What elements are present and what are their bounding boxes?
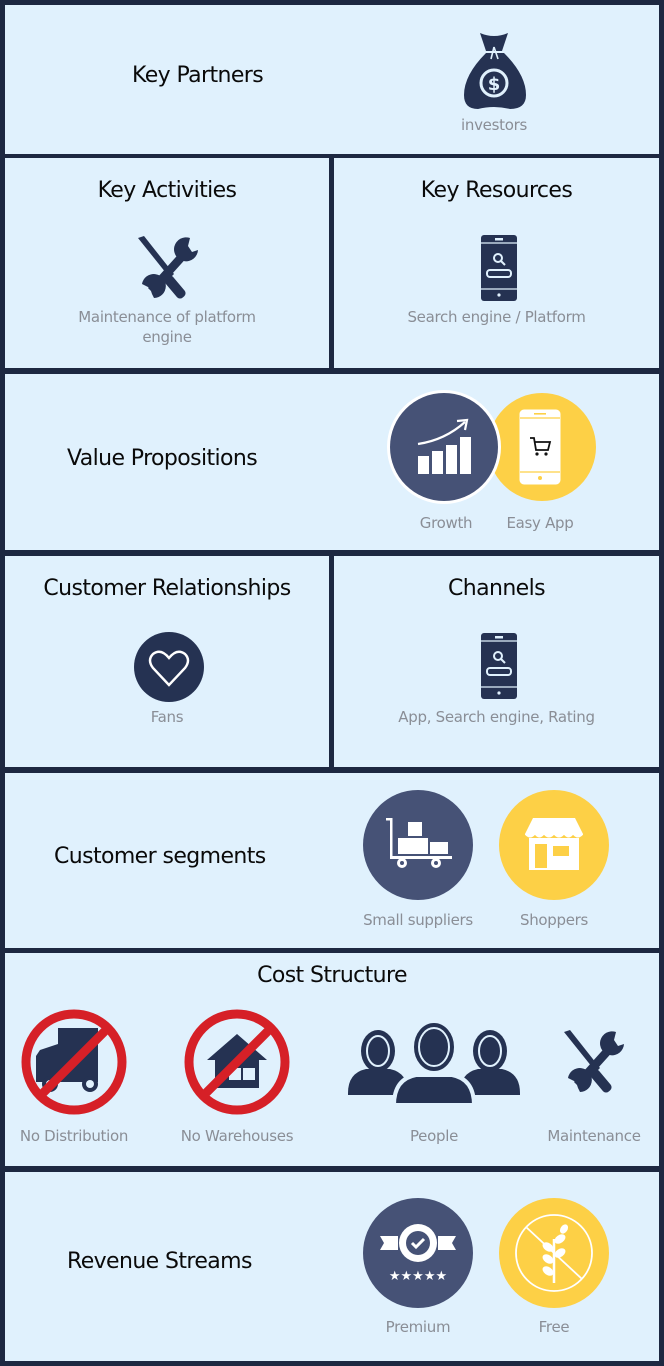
key-resources-title: Key Resources: [420, 178, 573, 203]
small-suppliers-label: Small suppliers: [363, 911, 473, 929]
shoppers-label: Shoppers: [519, 911, 589, 929]
no-truck-icon: [21, 1009, 127, 1115]
free-label: Free: [538, 1318, 570, 1336]
growth-chart-icon: [417, 418, 471, 474]
no-warehouse-icon: [184, 1009, 290, 1115]
cost-structure-title: Cost Structure: [257, 963, 407, 988]
revenue-streams-title: Revenue Streams: [67, 1249, 252, 1274]
svg-text:★★★★★: ★★★★★: [389, 1269, 447, 1284]
revenue-streams-section: Revenue Streams ★★★★★ Premium Free: [5, 1172, 659, 1361]
key-activities-label-line1: Maintenance of platform: [78, 308, 256, 326]
phone-search-icon: [481, 235, 517, 301]
svg-text:$: $: [488, 74, 501, 95]
key-resources-label: Search engine / Platform: [407, 308, 586, 326]
value-propositions-title: Value Propositions: [67, 446, 258, 471]
cost-structure-section: Cost Structure No Distribution No Wareho…: [5, 953, 659, 1166]
investors-label: investors: [461, 116, 527, 134]
tools-icon: [564, 1030, 624, 1093]
customer-relationships-section: Customer Relationships Fans: [5, 556, 329, 767]
channels-section: Channels App, Search engine, Rating: [334, 556, 659, 767]
people-icon: [348, 1021, 520, 1107]
money-bag-icon: $: [464, 33, 526, 109]
value-propositions-section: Value Propositions Growth Easy App: [5, 374, 659, 550]
key-partners-title: Key Partners: [132, 63, 264, 88]
premium-badge-icon: ★★★★★: [380, 1224, 456, 1284]
no-wheat-icon: [515, 1214, 593, 1292]
fans-label: Fans: [150, 708, 184, 726]
key-activities-title: Key Activities: [97, 178, 237, 203]
maintenance-label: Maintenance: [547, 1127, 641, 1145]
channels-label: App, Search engine, Rating: [398, 708, 595, 726]
people-label: People: [409, 1127, 459, 1145]
store-icon: [525, 818, 583, 870]
growth-label: Growth: [419, 514, 473, 532]
no-distribution-label: No Distribution: [19, 1127, 129, 1145]
customer-relationships-title: Customer Relationships: [43, 576, 291, 601]
phone-cart-icon: [519, 409, 561, 485]
no-warehouses-label: No Warehouses: [180, 1127, 294, 1145]
tools-icon: [138, 236, 198, 299]
key-activities-label-line2: engine: [142, 328, 192, 346]
channels-title: Channels: [448, 576, 546, 601]
key-resources-section: Key Resources Search engine / Platform: [334, 158, 659, 368]
easy-app-label: Easy App: [506, 514, 574, 532]
phone-search-icon: [481, 633, 517, 699]
key-activities-section: Key Activities Maintenance of platform e…: [5, 158, 329, 368]
premium-label: Premium: [385, 1318, 451, 1336]
heart-icon: [148, 650, 190, 687]
customer-segments-title: Customer segments: [54, 844, 266, 869]
customer-segments-section: Customer segments Small suppliers Shoppe…: [5, 773, 659, 948]
hand-truck-icon: [386, 818, 452, 868]
key-partners-section: Key Partners $ investors: [5, 5, 659, 154]
